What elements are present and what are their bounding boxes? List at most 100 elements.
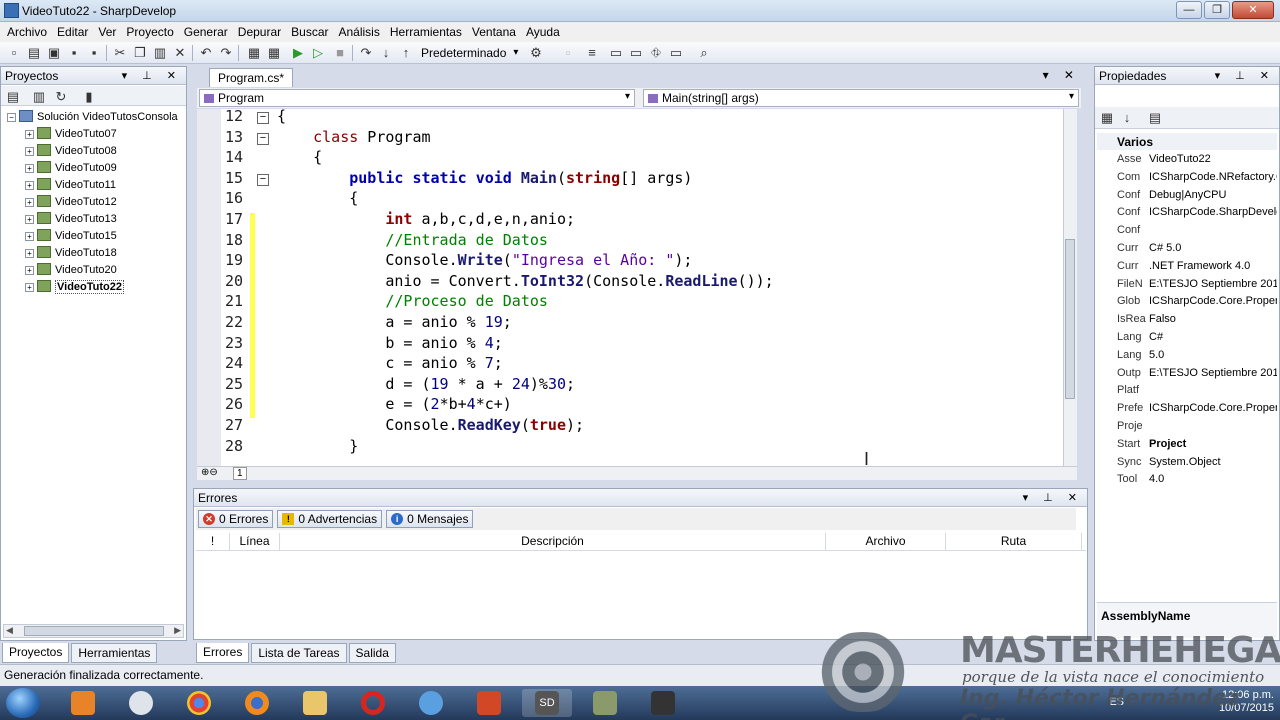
expand-icon[interactable]: + — [25, 147, 34, 156]
code-line[interactable]: b = anio % 4; — [277, 334, 502, 352]
menu-archivo[interactable]: Archivo — [2, 22, 52, 42]
property-value[interactable]: C# — [1149, 331, 1163, 343]
column-path[interactable]: Ruta — [946, 533, 1082, 550]
code-line[interactable]: c = anio % 7; — [277, 354, 502, 372]
document-controls[interactable]: ▾ ✕ — [1043, 68, 1080, 82]
property-value[interactable]: Project — [1149, 438, 1186, 450]
taskbar-browser[interactable] — [406, 689, 456, 717]
property-row[interactable]: Start Project — [1097, 436, 1277, 454]
expand-icon[interactable]: + — [25, 215, 34, 224]
expand-icon[interactable]: + — [25, 249, 34, 258]
project-node[interactable]: + VideoTuto12 — [7, 194, 178, 211]
scroll-right-icon[interactable]: ▶ — [174, 625, 181, 636]
taskbar-clock-app[interactable] — [116, 689, 166, 717]
taskbar-powerpoint[interactable] — [464, 689, 514, 717]
object-selector[interactable] — [1097, 87, 1277, 105]
build-icon[interactable]: ▦ — [246, 45, 262, 61]
scroll-left-icon[interactable]: ◀ — [6, 625, 13, 636]
property-row[interactable]: Sync System.Object — [1097, 454, 1277, 472]
property-value[interactable]: E:\TESJO Septiembre 2015 - — [1149, 367, 1277, 379]
taskbar-explorer[interactable] — [290, 689, 340, 717]
menu-generar[interactable]: Generar — [179, 22, 233, 42]
run-icon[interactable]: ▶ — [290, 45, 306, 61]
editor-vertical-scrollbar[interactable] — [1063, 109, 1077, 466]
property-row[interactable]: Outp E:\TESJO Septiembre 2015 - — [1097, 365, 1277, 383]
code-line[interactable]: e = (2*b+4*c+) — [277, 395, 511, 413]
property-value[interactable]: .NET Framework 4.0 — [1149, 260, 1250, 272]
property-row[interactable]: Curr C# 5.0 — [1097, 240, 1277, 258]
icon-margin[interactable] — [197, 109, 221, 466]
paste-icon[interactable]: ▥ — [152, 45, 168, 61]
tab-salida[interactable]: Salida — [348, 643, 396, 663]
save-all-icon[interactable]: ▪ — [86, 45, 102, 61]
open-project-icon[interactable]: ▣ — [46, 45, 62, 61]
property-value[interactable]: 5.0 — [1149, 349, 1164, 361]
alphabetical-icon[interactable]: ↓ — [1119, 110, 1135, 126]
build-config-combo[interactable]: Predeterminado — [421, 45, 519, 61]
property-row[interactable]: Conf ICSharpCode.SharpDevelop — [1097, 204, 1277, 222]
categorized-icon[interactable]: ▦ — [1099, 110, 1115, 126]
code-line[interactable]: anio = Convert.ToInt32(Console.ReadLine(… — [277, 272, 773, 290]
property-row[interactable]: Com ICSharpCode.NRefactory.C — [1097, 169, 1277, 187]
window-layout-icon[interactable]: ▭ — [608, 45, 624, 61]
property-row[interactable]: FileN E:\TESJO Septiembre 2015 - — [1097, 276, 1277, 294]
property-value[interactable]: VideoTuto22 — [1149, 153, 1211, 165]
clock-time[interactable]: 12:06 p.m. — [1219, 689, 1274, 702]
stop-icon[interactable]: ■ — [332, 45, 348, 61]
comment-icon[interactable]: ▫ — [560, 45, 576, 61]
rebuild-icon[interactable]: ▦ — [266, 45, 282, 61]
step-out-icon[interactable]: ↑ — [398, 45, 414, 61]
menu-ayuda[interactable]: Ayuda — [521, 22, 565, 42]
save-icon[interactable]: ▪ — [66, 45, 82, 61]
menu-editar[interactable]: Editar — [52, 22, 93, 42]
project-node[interactable]: + VideoTuto11 — [7, 177, 178, 194]
property-value[interactable]: ICSharpCode.NRefactory.C — [1149, 171, 1277, 183]
solution-node[interactable]: − Solución VideoTutosConsola — [7, 109, 178, 126]
code-line[interactable]: class Program — [277, 128, 430, 146]
editor-horizontal-scrollbar[interactable]: ⊕⊖ 1 — [197, 466, 1077, 480]
property-row[interactable]: Lang C# — [1097, 329, 1277, 347]
property-value[interactable]: Falso — [1149, 313, 1176, 325]
panel-controls[interactable]: ▾ ⊥ ✕ — [1215, 69, 1275, 82]
properties-icon[interactable]: ▤ — [5, 89, 21, 105]
code-line[interactable]: { — [277, 189, 358, 207]
column-severity[interactable]: ! — [196, 533, 230, 550]
search-icon[interactable]: ⌕ — [696, 45, 712, 61]
taskbar-media-player[interactable] — [58, 689, 108, 717]
panel-controls[interactable]: ▾ ⊥ ✕ — [122, 69, 182, 82]
member-combo[interactable]: Main(string[] args) — [643, 89, 1079, 107]
errors-filter-button[interactable]: ✕ 0 Errores — [198, 510, 274, 528]
code-line[interactable]: a = anio % 19; — [277, 313, 511, 331]
property-row[interactable]: Prefe ICSharpCode.Core.Properti — [1097, 400, 1277, 418]
maximize-button[interactable]: ❐ — [1204, 1, 1230, 19]
property-value[interactable]: C# 5.0 — [1149, 242, 1181, 254]
menu-ver[interactable]: Ver — [93, 22, 121, 42]
menu-proyecto[interactable]: Proyecto — [121, 22, 178, 42]
run-without-debug-icon[interactable]: ▷ — [310, 45, 326, 61]
property-row[interactable]: Tool 4.0 — [1097, 471, 1277, 489]
navigate-icon[interactable]: ⛗ — [648, 45, 664, 61]
code-line[interactable]: { — [277, 148, 322, 166]
property-value[interactable]: 4.0 — [1149, 473, 1164, 485]
redo-icon[interactable]: ↷ — [218, 45, 234, 61]
property-value[interactable]: ICSharpCode.Core.Properti — [1149, 295, 1277, 307]
clock-date[interactable]: 10/07/2015 — [1219, 702, 1274, 715]
language-indicator[interactable]: ES — [1109, 696, 1124, 709]
project-node[interactable]: + VideoTuto07 — [7, 126, 178, 143]
start-button[interactable] — [6, 688, 40, 718]
step-into-icon[interactable]: ↓ — [378, 45, 394, 61]
minimize-button[interactable]: — — [1176, 1, 1202, 19]
new-file-icon[interactable]: ▫ — [6, 45, 22, 61]
tab-lista-de-tareas[interactable]: Lista de Tareas — [251, 643, 347, 663]
project-node[interactable]: + VideoTuto20 — [7, 262, 178, 279]
undo-icon[interactable]: ↶ — [198, 45, 214, 61]
collapse-icon[interactable]: ▥ — [31, 89, 47, 105]
project-node[interactable]: + VideoTuto13 — [7, 211, 178, 228]
project-node[interactable]: + VideoTuto08 — [7, 143, 178, 160]
system-tray[interactable]: ES 12:06 p.m. 10/07/2015 — [1109, 689, 1274, 715]
project-node[interactable]: + VideoTuto09 — [7, 160, 178, 177]
project-node[interactable]: + VideoTuto15 — [7, 228, 178, 245]
code-line[interactable]: //Proceso de Datos — [277, 292, 548, 310]
property-row[interactable]: Proje — [1097, 418, 1277, 436]
projects-horizontal-scrollbar[interactable]: ◀ ▶ — [3, 624, 184, 638]
